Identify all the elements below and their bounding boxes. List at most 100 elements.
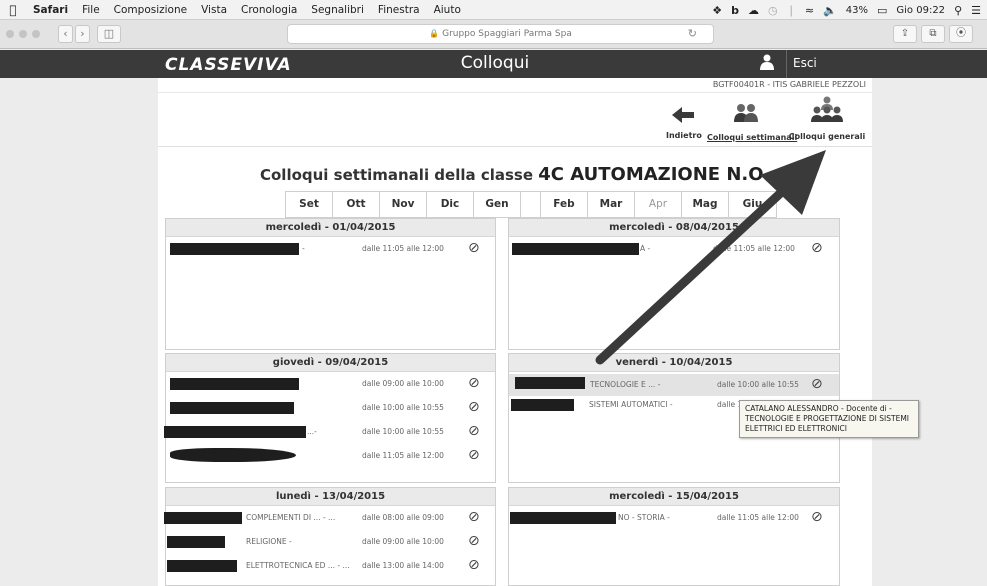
zoom-window-icon[interactable]	[32, 30, 40, 38]
redacted-teacher-name	[170, 243, 299, 255]
prohibited-icon[interactable]: ⊘	[468, 533, 480, 549]
tabs-overview-button[interactable]: ⧉	[921, 25, 945, 43]
month-tab-gen[interactable]: Gen	[474, 192, 521, 217]
back-button[interactable]: ‹	[58, 25, 73, 43]
exit-button[interactable]: Esci	[793, 56, 817, 70]
meeting-row: ELETTROTECNICA ED ... - ... dalle 13:00 …	[166, 556, 495, 573]
menu-cronologia[interactable]: Cronologia	[234, 4, 304, 16]
battery-icon[interactable]: ▭	[877, 4, 887, 17]
prohibited-icon[interactable]: ⊘	[811, 376, 823, 392]
meeting-time: dalle 10:00 alle 10:55	[362, 403, 444, 412]
meeting-time: dalle 08:00 alle 09:00	[362, 513, 444, 522]
month-tab-ott[interactable]: Ott	[333, 192, 380, 217]
prohibited-icon[interactable]: ⊘	[811, 509, 823, 525]
main-content: BGTF00401R - ITIS GABRIELE PEZZOLI Indie…	[158, 78, 872, 586]
wifi-icon[interactable]: ≈	[805, 4, 814, 17]
sidebar-icon: ◫	[103, 27, 115, 40]
user-info: BGTF00401R - ITIS GABRIELE PEZZOLI	[712, 80, 866, 89]
forward-button[interactable]: ›	[75, 25, 90, 43]
prohibited-icon[interactable]: ⊘	[468, 399, 480, 415]
notification-list-icon[interactable]: ☰	[971, 4, 981, 17]
crowd-icon	[788, 95, 866, 132]
close-window-icon[interactable]	[6, 30, 14, 38]
meeting-subject: A -	[640, 244, 651, 253]
month-tab-feb[interactable]: Feb	[541, 192, 588, 217]
meeting-row: A - dalle 11:05 alle 12:00 ⊘	[509, 239, 839, 256]
meeting-row: dalle 09:00 alle 10:00 ⊘	[166, 374, 495, 391]
month-tab-apr[interactable]: Apr	[635, 192, 682, 217]
menu-composizione[interactable]: Composizione	[107, 4, 194, 16]
menu-segnalibri[interactable]: Segnalibri	[304, 4, 371, 16]
minimize-window-icon[interactable]	[19, 30, 27, 38]
meeting-time: dalle 11:05 alle 12:00	[713, 244, 795, 253]
mac-menubar:  Safari File Composizione Vista Cronolo…	[0, 0, 987, 20]
meeting-time: dalle 11:05 alle 12:00	[717, 513, 799, 522]
menu-app-safari[interactable]: Safari	[26, 4, 75, 16]
menu-file[interactable]: File	[75, 4, 107, 16]
redacted-teacher-name	[170, 448, 296, 462]
redacted-teacher-name	[167, 536, 225, 548]
meeting-row[interactable]: TECNOLOGIE E ... - dalle 10:00 alle 10:5…	[509, 374, 839, 396]
day-header: lunedì - 13/04/2015	[166, 488, 495, 506]
address-bar[interactable]: 🔒 Gruppo Spaggiari Parma Spa ↻	[287, 24, 714, 44]
month-tab-dic[interactable]: Dic	[427, 192, 474, 217]
chevron-left-icon: ‹	[63, 27, 68, 40]
page-title-class: 4C AUTOMAZIONE N.O.	[538, 164, 771, 185]
month-tab-nov[interactable]: Nov	[380, 192, 427, 217]
prohibited-icon[interactable]: ⊘	[468, 240, 480, 256]
month-gap	[521, 192, 541, 217]
reload-icon[interactable]: ↻	[688, 25, 697, 43]
redacted-teacher-name	[511, 399, 574, 411]
prohibited-icon[interactable]: ⊘	[468, 423, 480, 439]
month-tab-set[interactable]: Set	[286, 192, 333, 217]
prohibited-icon[interactable]: ⊘	[468, 509, 480, 525]
spotlight-search-icon[interactable]: ⚲	[954, 4, 962, 17]
b-icon[interactable]: b	[731, 4, 739, 17]
month-tab-mar[interactable]: Mar	[588, 192, 635, 217]
meeting-row: COMPLEMENTI DI ... - ... dalle 08:00 all…	[164, 508, 495, 525]
day-header: mercoledì - 08/04/2015	[509, 219, 839, 237]
meeting-time: dalle 13:00 alle 14:00	[362, 561, 444, 570]
share-icon: ⇪	[900, 28, 910, 39]
menubar-clock[interactable]: Gio 09:22	[896, 5, 945, 16]
month-tab-giu[interactable]: Giu	[729, 192, 776, 217]
menu-vista[interactable]: Vista	[194, 4, 234, 16]
menubar-status-area: ❖ b ☁ ◷ ❘ ≈ 🔈 43% ▭ Gio 09:22 ⚲ ☰	[712, 0, 981, 20]
dropbox-icon[interactable]: ❖	[712, 4, 722, 17]
prohibited-icon[interactable]: ⊘	[468, 375, 480, 391]
month-tab-mag[interactable]: Mag	[682, 192, 729, 217]
nav-weekly-meetings[interactable]: Colloqui settimanali	[707, 100, 797, 142]
apple-logo-icon[interactable]: 	[0, 3, 26, 17]
meeting-row: ...- dalle 10:00 alle 10:55 ⊘	[164, 422, 495, 439]
page-title-prefix: Colloqui settimanali della classe	[259, 166, 534, 184]
meeting-time: dalle 10:00 alle 10:55	[717, 380, 799, 389]
nav-back[interactable]: Indietro	[666, 104, 702, 140]
menu-finestra[interactable]: Finestra	[371, 4, 427, 16]
prohibited-icon[interactable]: ⊘	[468, 557, 480, 573]
menu-aiuto[interactable]: Aiuto	[427, 4, 468, 16]
cloud-icon[interactable]: ☁	[748, 4, 759, 17]
user-icon[interactable]	[752, 53, 782, 75]
classeviva-logo[interactable]: CLASSEVIVA	[165, 55, 292, 75]
redacted-teacher-name	[164, 426, 306, 438]
nav-back-label: Indietro	[666, 131, 702, 140]
meeting-row: dalle 11:05 alle 12:00 ⊘	[166, 446, 495, 463]
share-button[interactable]: ⇪	[893, 25, 917, 43]
bluetooth-icon[interactable]: ❘	[787, 4, 796, 17]
meeting-subject: NO - STORIA -	[618, 513, 670, 522]
group-icon	[707, 100, 785, 133]
download-icon: ⦿	[956, 28, 966, 39]
sidebar-button[interactable]: ◫	[97, 25, 121, 43]
meeting-time: dalle 10:00 alle 10:55	[362, 427, 444, 436]
prohibited-icon[interactable]: ⊘	[468, 447, 480, 463]
prohibited-icon[interactable]: ⊘	[811, 240, 823, 256]
downloads-button[interactable]: ⦿	[949, 25, 973, 43]
page-title: Colloqui settimanali della classe 4C AUT…	[158, 164, 872, 185]
day-header: mercoledì - 15/04/2015	[509, 488, 839, 506]
timemachine-icon[interactable]: ◷	[768, 4, 778, 17]
meeting-subject: SISTEMI AUTOMATICI -	[589, 400, 673, 409]
volume-icon[interactable]: 🔈	[823, 4, 837, 17]
redacted-teacher-name	[512, 243, 639, 255]
nav-general-meetings[interactable]: Colloqui generali	[788, 95, 866, 141]
divider	[158, 92, 872, 93]
